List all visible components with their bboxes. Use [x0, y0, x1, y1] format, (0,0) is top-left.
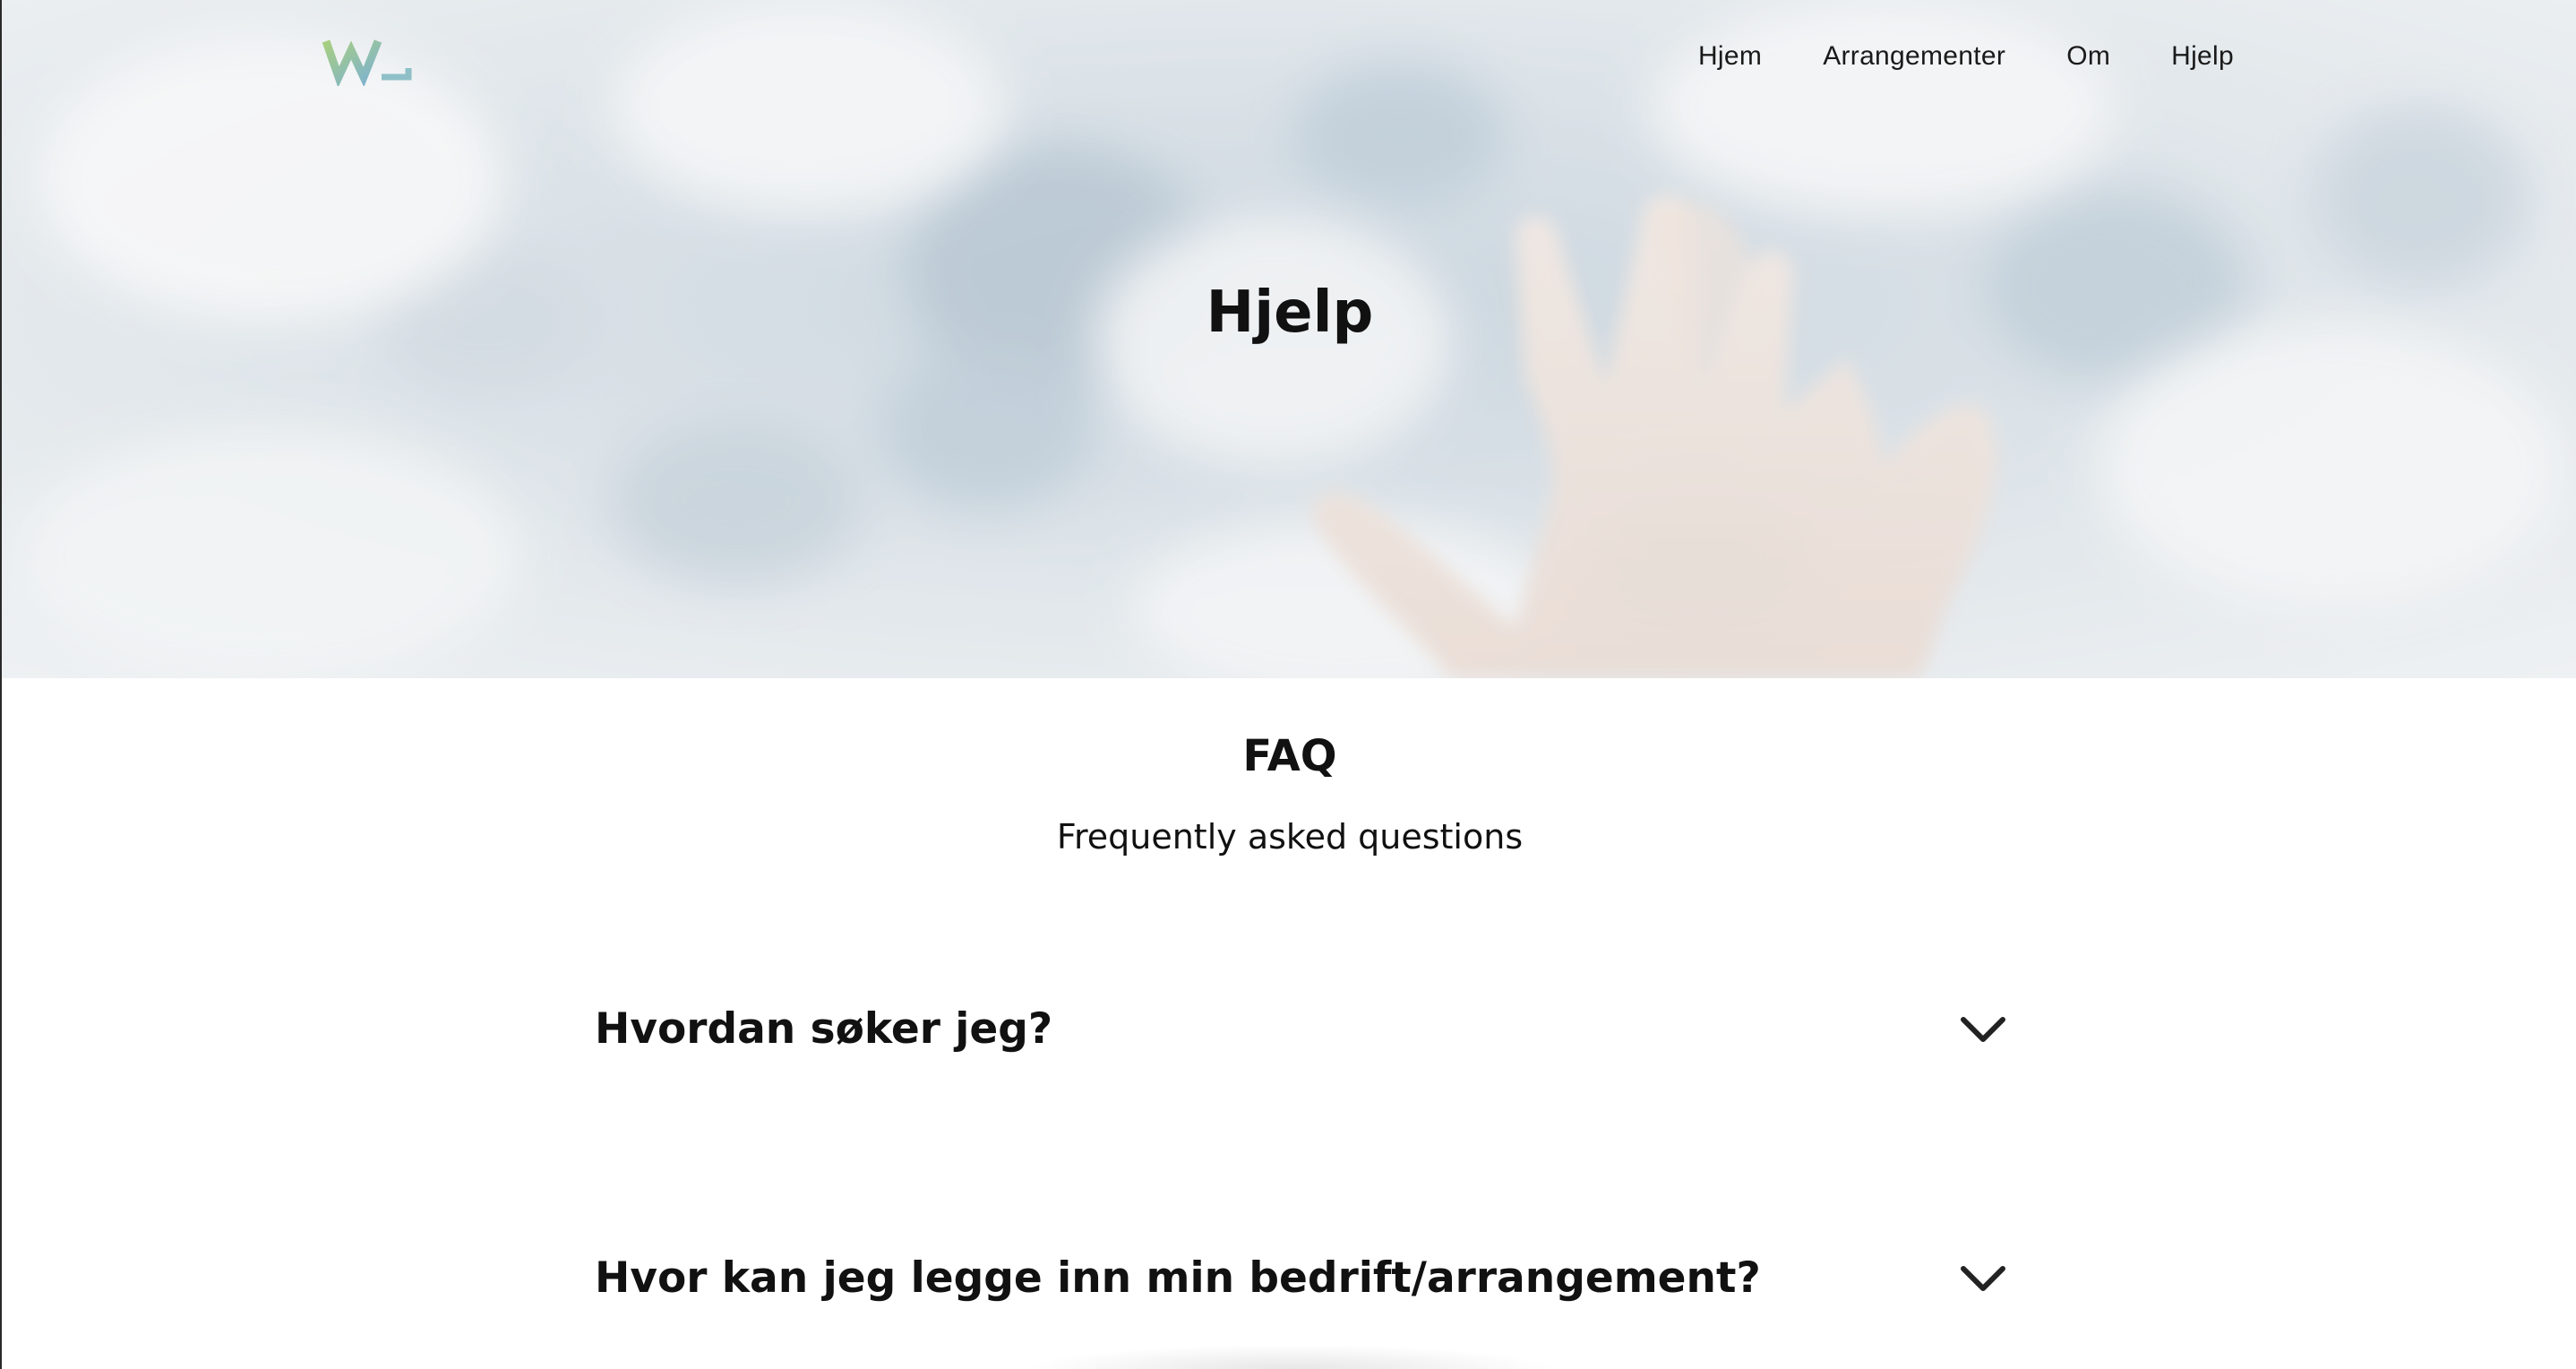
page-title: Hjelp [1206, 280, 1374, 346]
nav-link-hjelp[interactable]: Hjelp [2171, 41, 2234, 72]
faq-heading: FAQ [1242, 731, 1337, 781]
chevron-down-icon[interactable] [1958, 1011, 2008, 1046]
hero-banner: Hjem Arrangementer Om Hjelp Hjelp [2, 0, 2576, 678]
logo[interactable] [322, 36, 416, 88]
nav-link-arrangementer[interactable]: Arrangementer [1823, 41, 2005, 72]
faq-question: Hvordan søker jeg? [595, 1003, 1053, 1054]
floating-element-shadow [1023, 1344, 1560, 1369]
faq-subheading: Frequently asked questions [1056, 817, 1524, 857]
main-nav: Hjem Arrangementer Om Hjelp [1637, 41, 2234, 72]
faq-item-add-company[interactable]: Hvor kan jeg legge inn min bedrift/arran… [595, 1242, 2012, 1313]
nav-link-hjem[interactable]: Hjem [1698, 41, 1762, 72]
chevron-down-icon[interactable] [1958, 1260, 2008, 1296]
nav-link-om[interactable]: Om [2066, 41, 2110, 72]
faq-item-how-to-apply[interactable]: Hvordan søker jeg? [595, 993, 2012, 1064]
faq-question: Hvor kan jeg legge inn min bedrift/arran… [595, 1253, 1761, 1303]
logo-icon [322, 39, 412, 88]
page: Hjem Arrangementer Om Hjelp Hjelp FAQ Fr… [0, 0, 2576, 1369]
